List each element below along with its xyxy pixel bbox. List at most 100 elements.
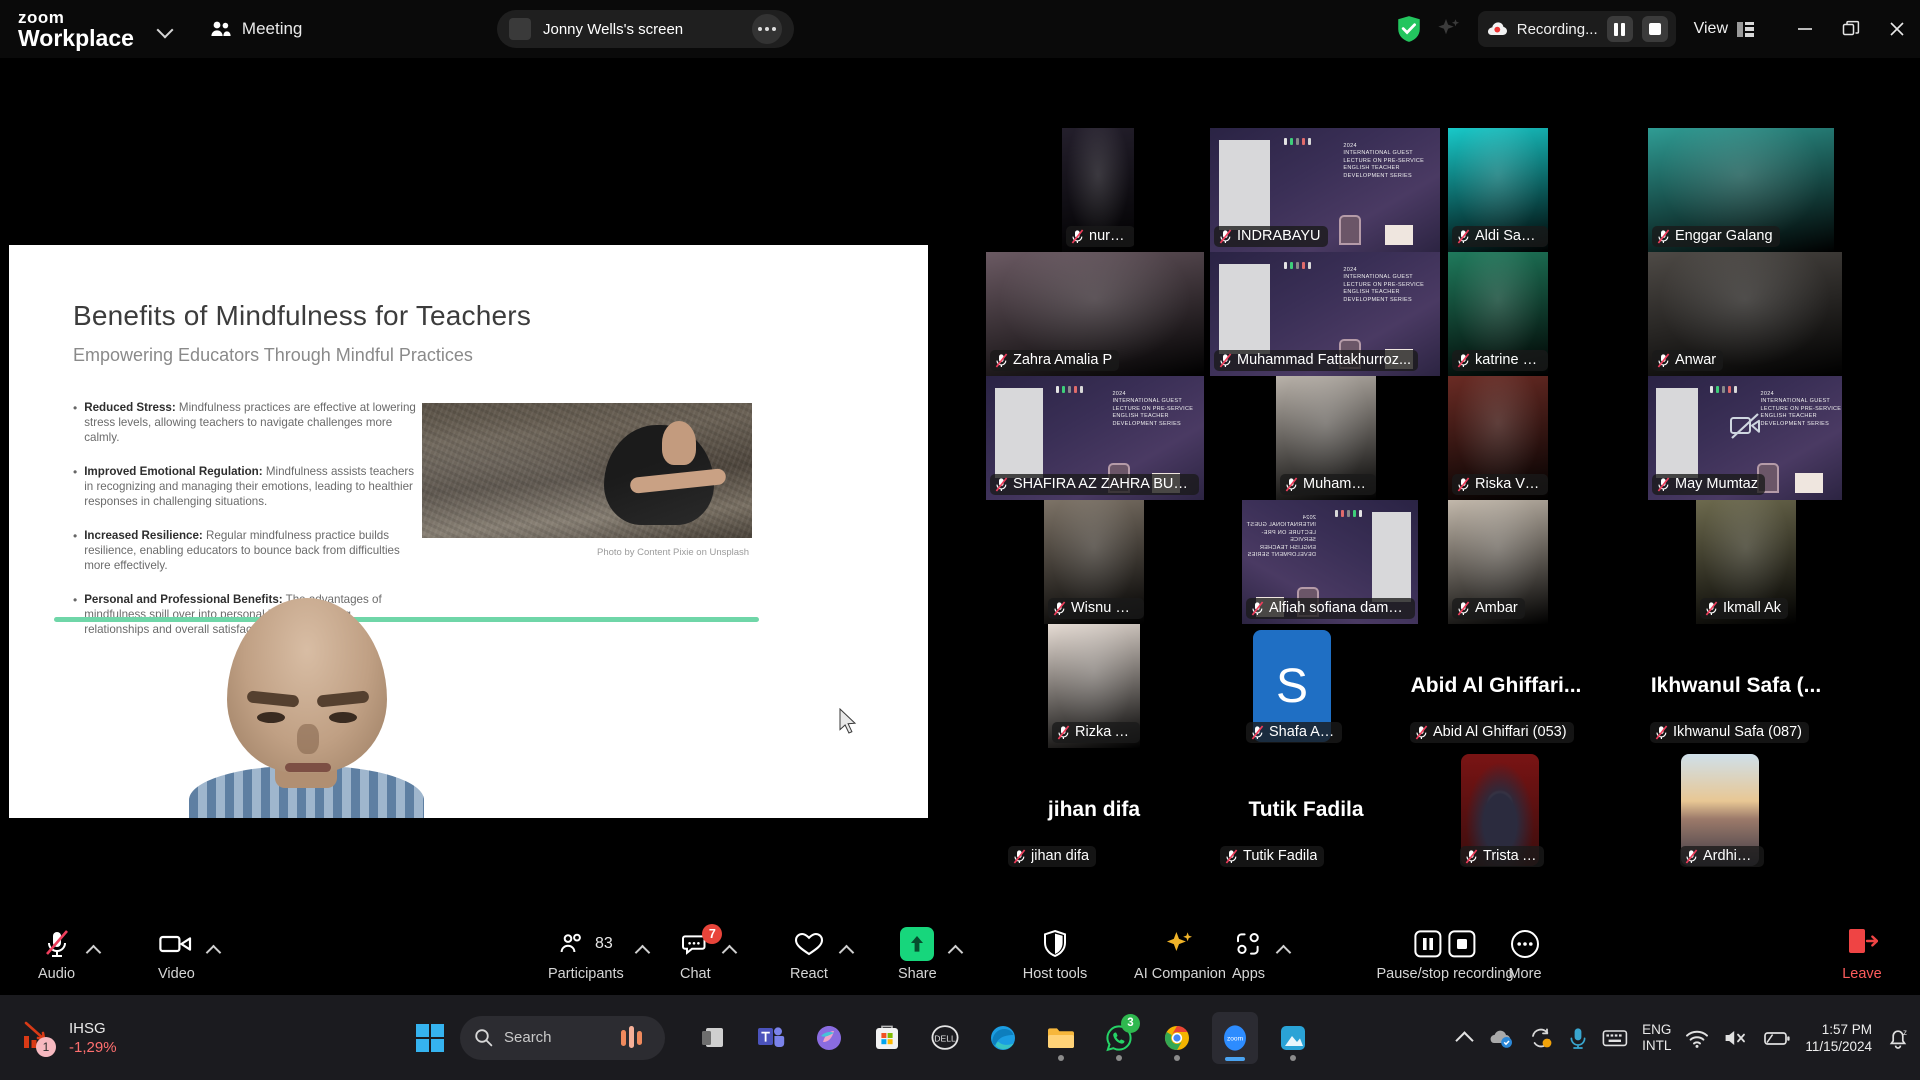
participant-tile[interactable]: nur rizky: [1062, 128, 1134, 252]
mic-off-icon: [1251, 724, 1264, 740]
participants-button[interactable]: 83 Participants: [548, 927, 624, 982]
onedrive-sync-icon[interactable]: [1488, 1027, 1514, 1049]
battery-icon[interactable]: [1763, 1028, 1791, 1048]
touch-keyboard-icon[interactable]: [1602, 1028, 1628, 1048]
host-tools-button[interactable]: Host tools: [1000, 927, 1110, 982]
tray-expand-chevron-icon[interactable]: [1456, 1029, 1474, 1047]
participant-tile[interactable]: Trista Ayu Farasya: [1456, 748, 1544, 872]
ai-sparkle-icon[interactable]: [1436, 16, 1462, 42]
participant-name-tag: Muhammad Fattakhurroz...: [1214, 350, 1419, 371]
active-share-indicator[interactable]: Jonny Wells's screen: [497, 10, 794, 48]
whatsapp-icon[interactable]: 3: [1096, 1012, 1142, 1064]
wifi-icon[interactable]: [1685, 1027, 1709, 1049]
task-view-icon[interactable]: [690, 1012, 736, 1064]
chat-button[interactable]: 7 Chat: [680, 923, 723, 982]
microsoft-copilot-icon[interactable]: [806, 1012, 852, 1064]
chat-options-chevron-icon[interactable]: [721, 942, 737, 958]
stop-recording-button[interactable]: [1641, 16, 1668, 42]
participant-tile[interactable]: Aldi Saputro: [1448, 128, 1548, 252]
maximize-restore-window-button[interactable]: [1828, 0, 1874, 58]
participant-name: Anwar: [1675, 352, 1717, 368]
participant-name: Enggar Galang: [1675, 228, 1773, 244]
participant-tile[interactable]: Abid Al Ghiffari... Abid Al Ghiffari (053…: [1406, 624, 1586, 748]
speaker-muted-icon[interactable]: [1723, 1027, 1749, 1049]
chevron-down-icon[interactable]: [156, 20, 174, 38]
meeting-tab[interactable]: Meeting: [210, 19, 302, 39]
participant-tile[interactable]: Rizka Arifatul Ulya: [1048, 624, 1140, 748]
audio-button[interactable]: Audio: [38, 927, 75, 982]
participant-name: Muhammad Fattakhurroz...: [1237, 352, 1412, 368]
microsoft-teams-icon[interactable]: [748, 1012, 794, 1064]
participant-tile[interactable]: 2024 INTERNATIONAL GUEST LECTURE ON PRE-SE…: [1648, 376, 1842, 500]
view-layout-button[interactable]: View: [1694, 20, 1754, 38]
participant-tile[interactable]: 2024 INTERNATIONAL GUEST LECTURE ON PRE-SE…: [1210, 252, 1440, 376]
participant-tile[interactable]: Ikhwanul Safa (... Ikhwanul Safa (087): [1646, 624, 1826, 748]
microphone-tray-icon[interactable]: [1568, 1026, 1588, 1050]
photos-app-icon[interactable]: [1270, 1012, 1316, 1064]
microsoft-edge-icon[interactable]: [980, 1012, 1026, 1064]
shared-screen-area[interactable]: Benefits of Mindfulness for Teachers Emp…: [6, 58, 931, 938]
participant-tile[interactable]: Ardhian Tegar: [1676, 748, 1764, 872]
bullet-dot-icon: •: [73, 529, 78, 543]
participant-tile[interactable]: Ambar: [1448, 500, 1548, 624]
participant-tile[interactable]: jihan difa jihan difa: [1004, 748, 1184, 872]
leave-meeting-button[interactable]: Leave: [1804, 926, 1920, 982]
audio-options-chevron-icon[interactable]: [85, 942, 101, 958]
close-window-button[interactable]: [1874, 0, 1920, 58]
apps-icon: [1234, 927, 1264, 961]
participant-tile[interactable]: Zahra Amalia P: [986, 252, 1204, 376]
dell-icon[interactable]: DELL: [922, 1012, 968, 1064]
windows-start-icon[interactable]: [416, 1023, 444, 1052]
participant-tile[interactable]: Wisnu Kusuma Jati: [1044, 500, 1144, 624]
taskbar-search-input[interactable]: Search: [460, 1015, 665, 1060]
participant-tile[interactable]: Anwar: [1648, 252, 1842, 376]
participant-tile[interactable]: Riska Vitriana: [1448, 376, 1548, 500]
gallery-row: jihan difa jihan difa Tutik Fadila Tutik Fa…: [986, 748, 1920, 872]
pause-recording-button[interactable]: [1606, 16, 1633, 42]
participant-name: Riska Vitriana: [1475, 476, 1541, 492]
notification-bell-dnd-icon[interactable]: z: [1886, 1026, 1910, 1050]
ai-companion-button[interactable]: AI Companion: [1110, 927, 1250, 982]
participants-options-chevron-icon[interactable]: [634, 942, 650, 958]
participant-tile[interactable]: Enggar Galang: [1648, 128, 1834, 252]
mic-off-icon: [1465, 848, 1478, 864]
security-shield-icon[interactable]: [1396, 15, 1422, 43]
camera-icon: [159, 927, 193, 961]
ihsg-stock-widget[interactable]: 1 IHSG -1,29%: [22, 1018, 117, 1057]
participant-tile[interactable]: Muhammad Daffa: [1276, 376, 1376, 500]
react-options-chevron-icon[interactable]: [838, 942, 854, 958]
windows-update-icon[interactable]: [1528, 1026, 1554, 1050]
google-chrome-icon[interactable]: [1154, 1012, 1200, 1064]
share-more-options-icon[interactable]: [752, 14, 782, 44]
participant-tile[interactable]: Ikmall Ak: [1696, 500, 1796, 624]
mic-off-icon: [1219, 228, 1232, 244]
share-screen-button[interactable]: Share: [898, 926, 937, 982]
participant-tile[interactable]: Tutik Fadila Tutik Fadila: [1216, 748, 1396, 872]
taskbar-clock[interactable]: 1:57 PM 11/15/2024: [1805, 1021, 1872, 1055]
participant-tile[interactable]: SShafa Aulia TBI 5C: [1242, 624, 1342, 748]
participant-name: Shafa Aulia TBI 5C: [1269, 724, 1335, 740]
apps-button[interactable]: Apps: [1232, 927, 1265, 982]
participant-name: jihan difa: [1031, 848, 1090, 864]
video-button[interactable]: Video: [158, 927, 195, 982]
minimize-window-button[interactable]: [1782, 0, 1828, 58]
participant-tile[interactable]: 2024 INTERNATIONAL GUEST LECTURE ON PRE-SE…: [1242, 500, 1418, 624]
participant-name-tag: May Mumtaz: [1652, 474, 1765, 495]
zoom-taskbar-icon[interactable]: zoom: [1212, 1011, 1258, 1064]
participant-name-tag: jihan difa: [1008, 846, 1097, 867]
language-indicator[interactable]: ENG INTL: [1642, 1022, 1671, 1054]
more-options-button[interactable]: More: [1470, 927, 1580, 982]
mic-off-icon: [995, 476, 1008, 492]
file-explorer-icon[interactable]: [1038, 1012, 1084, 1064]
ihsg-title: IHSG: [69, 1019, 106, 1037]
mic-off-icon: [1415, 724, 1428, 740]
share-options-chevron-icon[interactable]: [947, 942, 963, 958]
taskbar-app-icons: DELL 3 zoom: [690, 1011, 1316, 1064]
participant-tile[interactable]: 2024 INTERNATIONAL GUEST LECTURE ON PRE-SE…: [986, 376, 1204, 500]
video-options-chevron-icon[interactable]: [205, 942, 221, 958]
participant-tile[interactable]: 2024 INTERNATIONAL GUEST LECTURE ON PRE-SE…: [1210, 128, 1440, 252]
participant-tile[interactable]: katrine ananda: [1448, 252, 1548, 376]
microsoft-store-icon[interactable]: [864, 1012, 910, 1064]
react-button[interactable]: React: [790, 927, 828, 982]
apps-options-chevron-icon[interactable]: [1275, 942, 1291, 958]
